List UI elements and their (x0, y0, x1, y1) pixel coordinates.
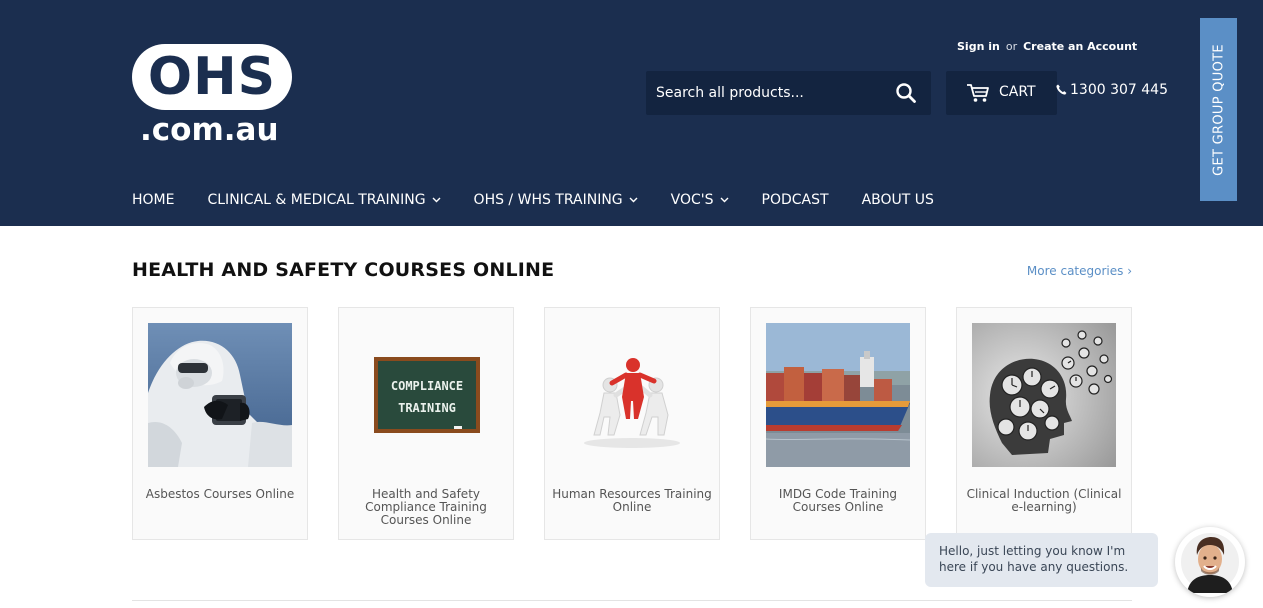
nav-item-clinical-medical-training[interactable]: CLINICAL & MEDICAL TRAINING (207, 190, 441, 210)
logo-domain-text: .com.au (140, 112, 279, 148)
category-image (766, 323, 910, 467)
hr-figures-image (560, 323, 704, 467)
nav-item-vocs[interactable]: VOC'S (671, 190, 729, 210)
category-card-asbestos[interactable]: Asbestos Courses Online (132, 307, 308, 540)
agent-avatar-icon (1177, 529, 1243, 595)
sign-in-link[interactable]: Sign in (957, 40, 1000, 53)
cart-icon (967, 84, 989, 102)
category-image (560, 323, 704, 467)
search-bar (646, 71, 931, 115)
chevron-down-icon (629, 197, 638, 203)
category-image (972, 323, 1116, 467)
category-image (148, 323, 292, 467)
search-icon (896, 83, 916, 103)
category-card-imdg-code[interactable]: IMDG Code Training Courses Online (750, 307, 926, 540)
search-button[interactable] (894, 81, 918, 105)
cart-label: CART (999, 84, 1036, 100)
nav-item-ohs-whs-training[interactable]: OHS / WHS TRAINING (474, 190, 638, 210)
category-card-clinical-induction[interactable]: Clinical Induction (Clinical e-learning) (956, 307, 1132, 540)
nav-item-home[interactable]: HOME (132, 190, 174, 210)
category-title: Clinical Induction (Clinical e-learning) (966, 487, 1122, 514)
group-quote-label: GET GROUP QUOTE (1211, 43, 1226, 176)
nav-item-label: ABOUT US (861, 192, 934, 208)
chat-message-bubble[interactable]: Hello, just letting you know I'm here if… (925, 533, 1158, 587)
search-input[interactable] (646, 71, 886, 115)
site-logo[interactable]: OHS .com.au (132, 44, 294, 148)
category-title: Asbestos Courses Online (145, 487, 295, 501)
chevron-down-icon (720, 197, 729, 203)
nav-item-about-us[interactable]: ABOUT US (862, 190, 934, 210)
nav-item-podcast[interactable]: PODCAST (762, 190, 829, 210)
main-nav: HOME CLINICAL & MEDICAL TRAINING OHS / W… (132, 190, 934, 210)
chat-avatar-button[interactable] (1175, 527, 1245, 597)
phone-number[interactable]: 1300 307 445 (1056, 82, 1168, 98)
container-ship-image (766, 323, 910, 467)
nav-item-label: CLINICAL & MEDICAL TRAINING (207, 192, 426, 208)
category-title: Health and Safety Compliance Training Co… (365, 487, 487, 527)
category-title: Human Resources Training Online (552, 487, 712, 514)
or-text: or (1005, 40, 1018, 53)
clocks-head-image (972, 323, 1116, 467)
chalkboard-line-1: COMPLIANCE (391, 379, 463, 393)
phone-number-text: 1300 307 445 (1070, 82, 1168, 98)
nav-item-label: PODCAST (761, 192, 829, 208)
category-title: IMDG Code Training Courses Online (778, 487, 898, 514)
phone-icon (1056, 84, 1067, 95)
nav-item-label: VOC'S (670, 192, 714, 208)
category-image: COMPLIANCE TRAINING (354, 323, 498, 467)
section-divider (132, 600, 1132, 601)
category-card-compliance-training[interactable]: COMPLIANCE TRAINING Health and Safety Co… (338, 307, 514, 540)
asbestos-worker-image (148, 323, 292, 467)
nav-item-label: OHS / WHS TRAINING (473, 192, 623, 208)
nav-item-label: HOME (132, 192, 175, 208)
compliance-chalkboard-image: COMPLIANCE TRAINING (354, 323, 498, 467)
cart-button[interactable]: CART (946, 71, 1057, 115)
site-header: OHS .com.au Sign in or Create an Account C… (0, 0, 1263, 226)
create-account-link[interactable]: Create an Account (1023, 40, 1137, 53)
account-links: Sign in or Create an Account (957, 40, 1137, 53)
category-card-human-resources[interactable]: Human Resources Training Online (544, 307, 720, 540)
chalkboard-line-2: TRAINING (398, 401, 456, 415)
chevron-down-icon (432, 197, 441, 203)
logo-main-text: OHS (147, 47, 277, 107)
get-group-quote-button[interactable]: GET GROUP QUOTE (1200, 18, 1237, 201)
more-categories-link[interactable]: More categories › (1027, 264, 1132, 278)
section-title: HEALTH AND SAFETY COURSES ONLINE (132, 259, 555, 281)
